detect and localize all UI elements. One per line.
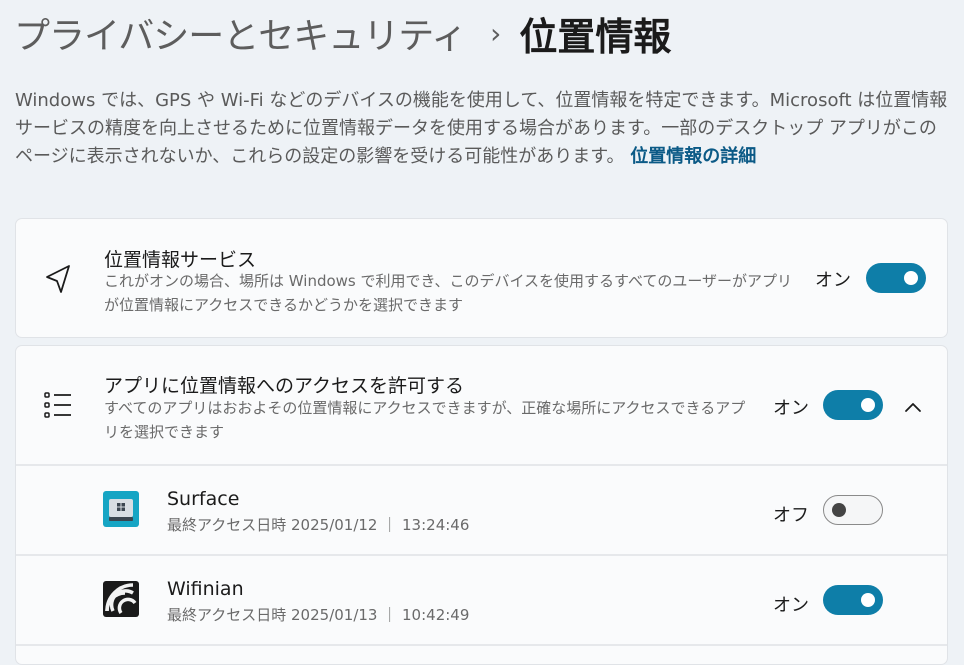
chevron-up-icon[interactable] [904, 398, 922, 417]
breadcrumb-separator: › [490, 16, 502, 50]
app-access-state: オン [773, 398, 809, 419]
app-state: オフ [773, 505, 809, 526]
surface-location-toggle[interactable] [823, 495, 883, 525]
location-services-title: 位置情報サービス [104, 249, 257, 271]
location-services-toggle[interactable] [866, 263, 926, 293]
breadcrumb-parent[interactable]: プライバシーとセキュリティ [14, 7, 467, 59]
toggle-knob [861, 593, 875, 607]
app-row-wifinian: Wifinian 最終アクセス日時 2025/01/13 ｜ 10:42:49 … [16, 556, 947, 644]
app-name: Wifinian [167, 578, 244, 600]
app-last-access: 最終アクセス日時 2025/01/13 ｜ 10:42:49 [167, 606, 470, 624]
navigation-arrow-icon [44, 263, 72, 299]
app-state: オン [773, 595, 809, 616]
wifinian-app-icon [103, 581, 139, 621]
intro-text: Windows では、GPS や Wi-Fi などのデバイスの機能を使用して、位… [15, 90, 948, 167]
divider [16, 644, 947, 646]
app-last-access: 最終アクセス日時 2025/01/12 ｜ 13:24:46 [167, 516, 470, 534]
app-access-card: アプリに位置情報へのアクセスを許可する すべてのアプリはおおよその位置情報にアク… [15, 345, 948, 665]
app-row-surface: Surface 最終アクセス日時 2025/01/12 ｜ 13:24:46 オ… [16, 466, 947, 554]
location-services-description: これがオンの場合、場所は Windows で利用でき、このデバイスを使用するすべ… [104, 272, 793, 314]
location-details-link[interactable]: 位置情報の詳細 [630, 146, 756, 167]
page-title: 位置情報 [519, 14, 672, 59]
wifinian-location-toggle[interactable] [823, 585, 883, 615]
surface-app-icon [103, 491, 139, 531]
app-access-description: すべてのアプリはおおよその位置情報にアクセスできますが、正確な場所にアクセスでき… [104, 399, 746, 441]
app-access-header[interactable]: アプリに位置情報へのアクセスを許可する すべてのアプリはおおよその位置情報にアク… [16, 346, 947, 464]
app-access-title: アプリに位置情報へのアクセスを許可する [104, 375, 465, 397]
location-services-card: 位置情報サービス これがオンの場合、場所は Windows で利用でき、このデバ… [15, 218, 948, 338]
location-services-state: オン [815, 270, 851, 291]
breadcrumb: プライバシーとセキュリティ › 位置情報 [14, 7, 672, 59]
intro-description: Windows では、GPS や Wi-Fi などのデバイスの機能を使用して、位… [15, 87, 950, 171]
toggle-knob [832, 503, 846, 517]
toggle-knob [904, 271, 918, 285]
app-access-toggle[interactable] [823, 390, 883, 420]
bulleted-list-icon [44, 392, 72, 422]
app-name: Surface [167, 488, 240, 510]
toggle-knob [861, 398, 875, 412]
